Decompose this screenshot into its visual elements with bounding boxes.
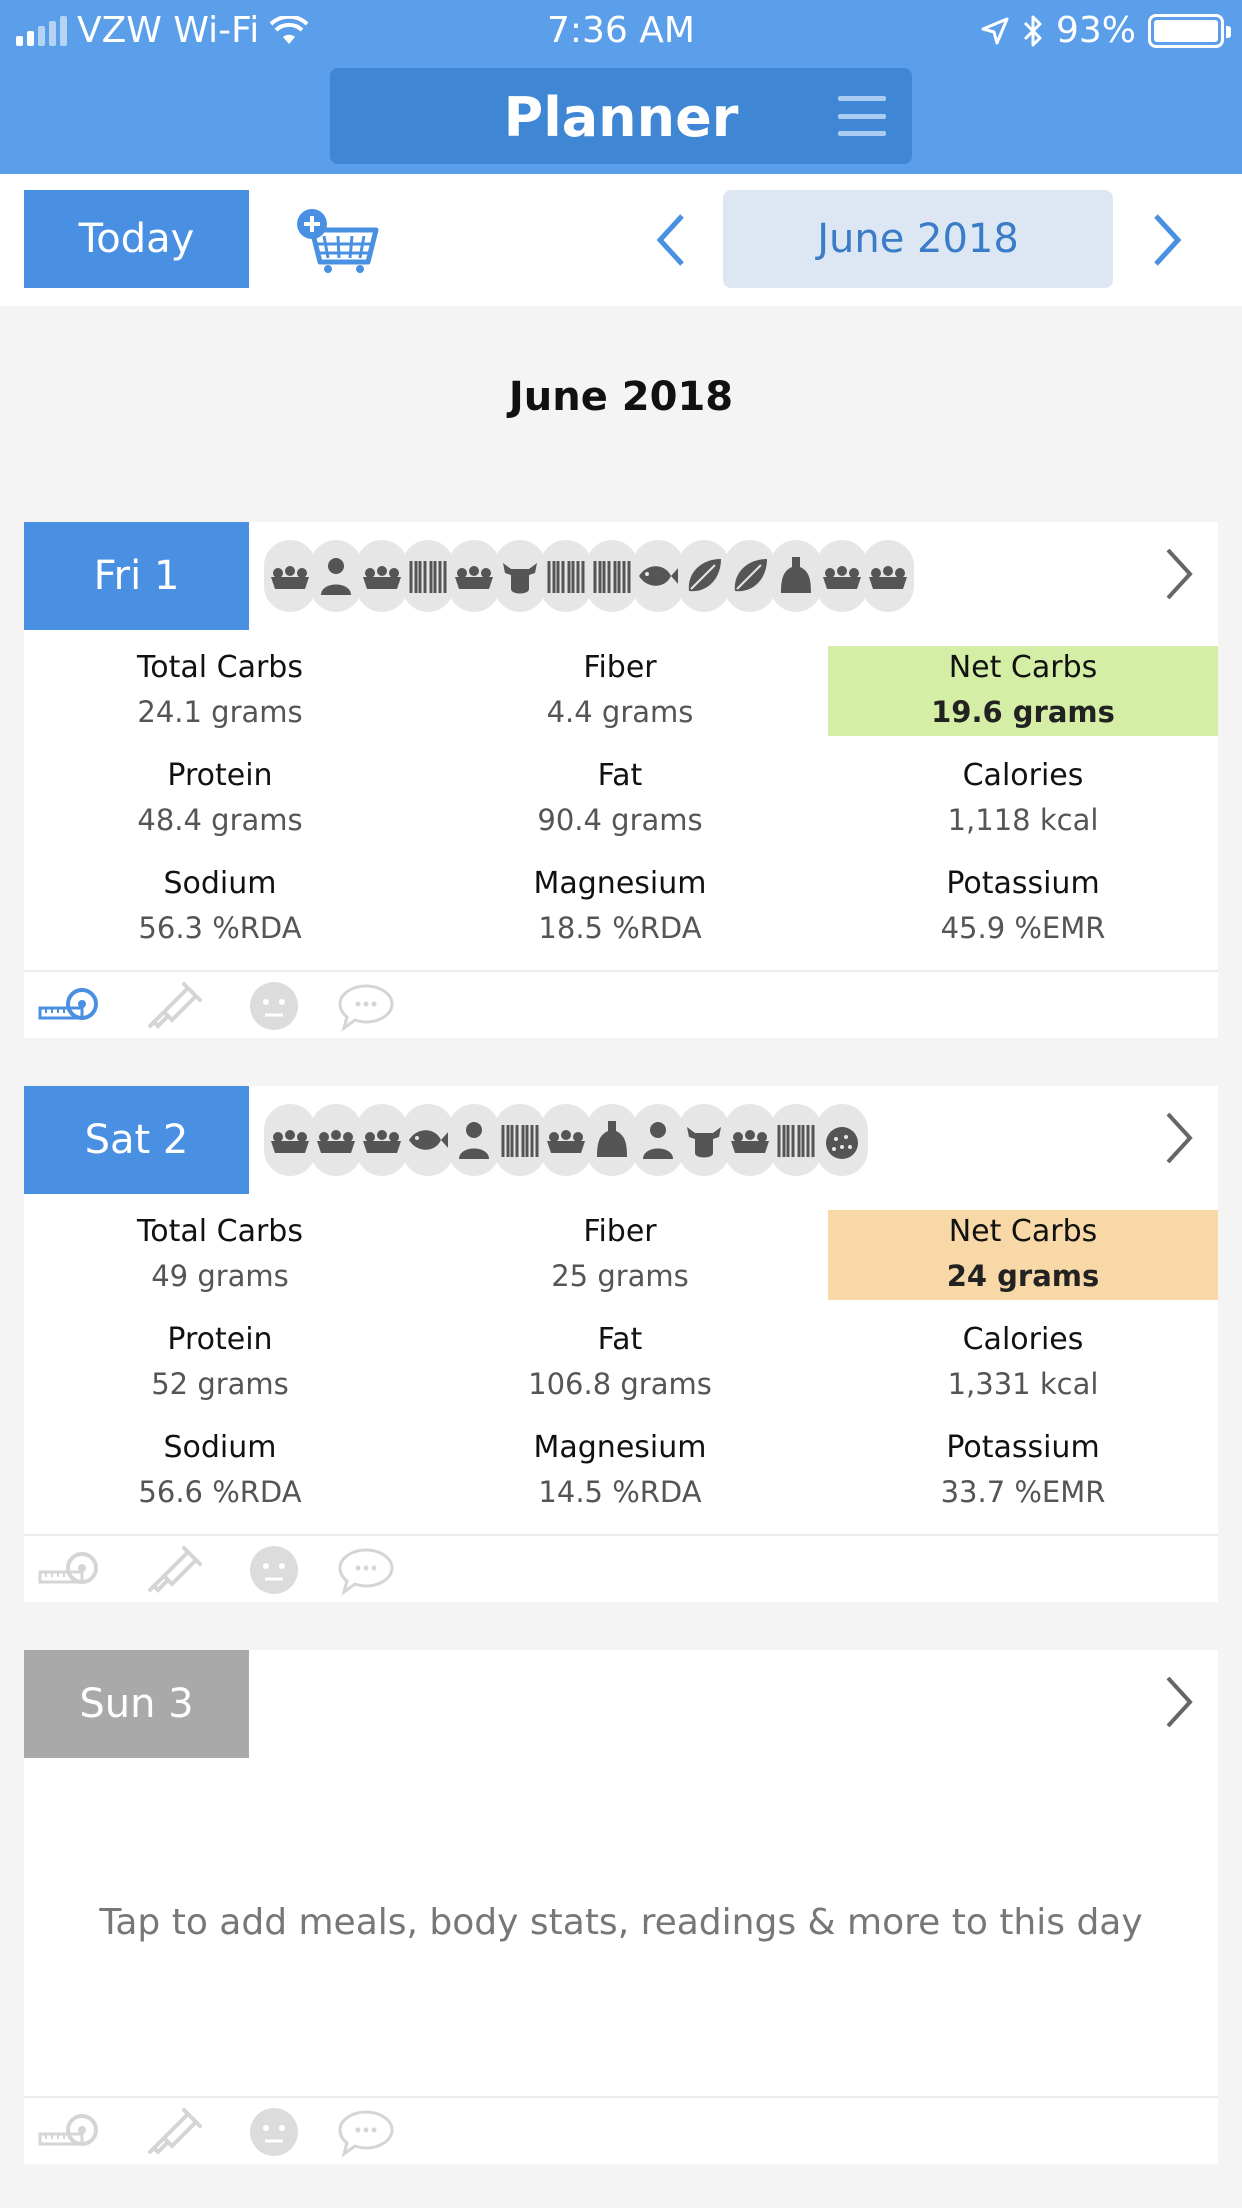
stat-total-carbs: Total Carbs 24.1 grams [137,650,303,729]
syringe-icon[interactable] [144,1544,204,1596]
empty-day-message[interactable]: Tap to add meals, body stats, readings &… [24,1902,1218,1943]
berry-icon [816,1104,868,1176]
leaf-icon [724,540,776,612]
egg-carton-icon [264,1104,316,1176]
stat-net-carbs: Net Carbs 24 grams [828,1210,1218,1300]
chevron-right-icon[interactable] [1162,1674,1196,1730]
day-card[interactable]: Sat 2 Total Carbs 49 grams Fiber 25 grams … [24,1086,1218,1602]
stat-sodium: Sodium 56.3 %RDA [138,866,302,945]
mood-face-icon[interactable] [244,980,304,1032]
stat-total-carbs: Total Carbs 49 grams [137,1214,303,1293]
battery-percent: 93% [1055,10,1136,51]
page-title: Planner [503,86,739,149]
battery-icon [1148,13,1231,48]
egg-carton-icon [310,1104,362,1176]
person-icon [310,540,362,612]
person-icon [632,1104,684,1176]
meal-icons [264,538,914,614]
day-card[interactable]: Fri 1 Total Carbs 24.1 grams Fiber 4.4 gra… [24,522,1218,1038]
person-icon [448,1104,500,1176]
egg-carton-icon [448,540,500,612]
location-arrow-icon [981,17,1009,44]
egg-carton-icon [356,1104,408,1176]
egg-carton-icon [356,540,408,612]
mood-face-icon[interactable] [244,2106,304,2158]
comment-bubble-icon[interactable] [336,2106,396,2158]
syringe-icon[interactable] [144,980,204,1032]
stat-magnesium: Magnesium 18.5 %RDA [533,866,707,945]
fish-icon [402,1104,454,1176]
oil-bottle-icon [770,540,822,612]
chevron-right-icon[interactable] [1162,546,1196,602]
stat-net-carbs: Net Carbs 19.6 grams [828,646,1218,736]
stat-fat: Fat 106.8 grams [528,1322,712,1401]
comment-bubble-icon[interactable] [336,980,396,1032]
stat-sodium: Sodium 56.6 %RDA [138,1430,302,1509]
title-bar: Planner [330,68,912,164]
card-footer [24,970,1218,1038]
day-card[interactable]: Sun 3 Tap to add meals, body stats, read… [24,1650,1218,2164]
stat-protein: Protein 52 grams [151,1322,289,1401]
today-button[interactable]: Today [24,190,249,288]
cow-icon [494,540,546,612]
stat-calories: Calories 1,331 kcal [947,1322,1099,1401]
previous-month-button[interactable] [650,210,690,270]
leaf-icon [678,540,730,612]
barcode-icon [402,540,454,612]
month-selector[interactable]: June 2018 [723,190,1113,288]
chevron-right-icon[interactable] [1162,1110,1196,1166]
oil-bottle-icon [586,1104,638,1176]
tape-measure-icon[interactable] [38,2106,98,2158]
egg-carton-icon [816,540,868,612]
day-label[interactable]: Sat 2 [24,1086,249,1194]
syringe-icon[interactable] [144,2106,204,2158]
barcode-icon [586,540,638,612]
toolbar: Today June 2018 [0,174,1242,306]
bluetooth-icon [1023,15,1042,46]
stat-potassium: Potassium 33.7 %EMR [940,1430,1106,1509]
barcode-icon [540,540,592,612]
egg-carton-icon [862,540,914,612]
barcode-icon [770,1104,822,1176]
month-heading: June 2018 [508,374,734,420]
tape-measure-icon[interactable] [38,1544,98,1596]
card-footer [24,2096,1218,2164]
status-bar: VZW Wi-Fi 7:36 AM 93% [0,0,1242,62]
fish-icon [632,540,684,612]
meal-icons [264,1102,868,1178]
card-footer [24,1534,1218,1602]
stat-protein: Protein 48.4 grams [137,758,303,837]
menu-icon[interactable] [838,96,886,136]
egg-carton-icon [724,1104,776,1176]
barcode-icon [494,1104,546,1176]
day-label[interactable]: Fri 1 [24,522,249,630]
stat-fiber: Fiber 4.4 grams [546,650,694,729]
tape-measure-icon[interactable] [38,980,98,1032]
mood-face-icon[interactable] [244,1544,304,1596]
stat-calories: Calories 1,118 kcal [947,758,1099,837]
egg-carton-icon [540,1104,592,1176]
add-to-basket-icon[interactable] [296,208,380,274]
stat-magnesium: Magnesium 14.5 %RDA [533,1430,707,1509]
comment-bubble-icon[interactable] [336,1544,396,1596]
stat-potassium: Potassium 45.9 %EMR [940,866,1106,945]
next-month-button[interactable] [1148,210,1188,270]
stat-fiber: Fiber 25 grams [551,1214,689,1293]
day-label[interactable]: Sun 3 [24,1650,249,1758]
app-header: VZW Wi-Fi 7:36 AM 93% Planner [0,0,1242,174]
cow-icon [678,1104,730,1176]
stat-fat: Fat 90.4 grams [537,758,703,837]
egg-carton-icon [264,540,316,612]
